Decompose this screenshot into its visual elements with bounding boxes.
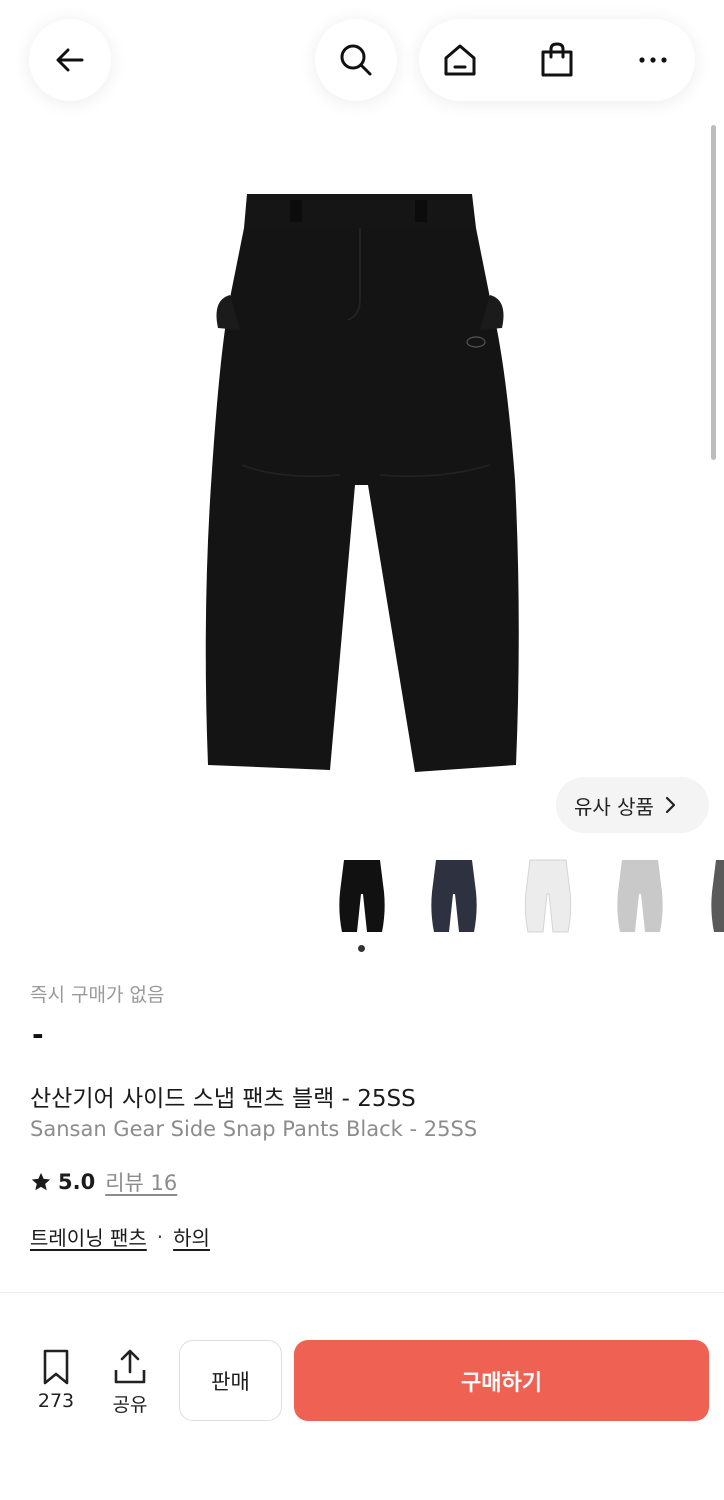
back-button[interactable] xyxy=(29,19,111,101)
thumbnail-charcoal[interactable] xyxy=(694,852,724,938)
more-button[interactable] xyxy=(629,36,677,84)
instant-buy-status: 즉시 구매가 없음 xyxy=(30,984,165,1006)
nav-pill xyxy=(419,19,695,101)
similar-products-label: 유사 상품 xyxy=(574,794,654,819)
review-link[interactable]: 리뷰 16 xyxy=(105,1167,177,1197)
thumbnail-black[interactable] xyxy=(322,852,402,938)
category-link[interactable]: 트레이닝 팬츠 xyxy=(30,1222,147,1251)
bookmark-icon xyxy=(43,1349,69,1385)
top-bar xyxy=(0,0,724,130)
product-image[interactable] xyxy=(160,180,560,780)
back-arrow-icon xyxy=(56,48,84,72)
home-icon xyxy=(444,44,476,76)
rating-row: 5.0 리뷰 16 xyxy=(30,1167,177,1197)
thumbnail-navy[interactable] xyxy=(414,852,494,938)
share-label: 공유 xyxy=(112,1394,148,1416)
subcategory-link[interactable]: 하의 xyxy=(173,1222,210,1251)
price: - xyxy=(32,1018,44,1051)
section-divider xyxy=(0,1292,724,1293)
rating-score: 5.0 xyxy=(58,1170,96,1194)
shopping-bag-button[interactable] xyxy=(533,36,581,84)
search-icon xyxy=(340,44,372,76)
bottom-action-bar: 273 공유 판매 구매하기 xyxy=(0,1323,724,1500)
bookmark-button[interactable]: 273 xyxy=(28,1348,84,1412)
thumbnail-gray[interactable] xyxy=(600,852,680,938)
selected-indicator-dot xyxy=(358,945,365,952)
home-button[interactable] xyxy=(436,36,484,84)
scroll-indicator[interactable] xyxy=(711,125,716,460)
product-name-english: Sansan Gear Side Snap Pants Black - 25SS xyxy=(30,1117,478,1141)
category-breadcrumb: 트레이닝 팬츠 · 하의 xyxy=(30,1222,210,1251)
product-name-korean: 산산기어 사이드 스냅 팬츠 블랙 - 25SS xyxy=(30,1086,416,1112)
more-icon xyxy=(639,57,667,63)
similar-products-button[interactable]: 유사 상품 xyxy=(556,777,709,833)
bookmark-count: 273 xyxy=(37,1390,75,1412)
sell-button[interactable]: 판매 xyxy=(179,1340,282,1421)
share-button[interactable]: 공유 xyxy=(102,1348,158,1417)
share-icon xyxy=(114,1349,146,1384)
star-icon xyxy=(31,1172,51,1191)
shopping-bag-icon xyxy=(541,42,573,77)
chevron-right-icon xyxy=(665,796,676,814)
color-thumbnails xyxy=(0,852,724,942)
search-button[interactable] xyxy=(315,19,397,101)
category-separator: · xyxy=(156,1224,164,1249)
thumbnail-white[interactable] xyxy=(508,852,588,938)
buy-button[interactable]: 구매하기 xyxy=(294,1340,709,1421)
